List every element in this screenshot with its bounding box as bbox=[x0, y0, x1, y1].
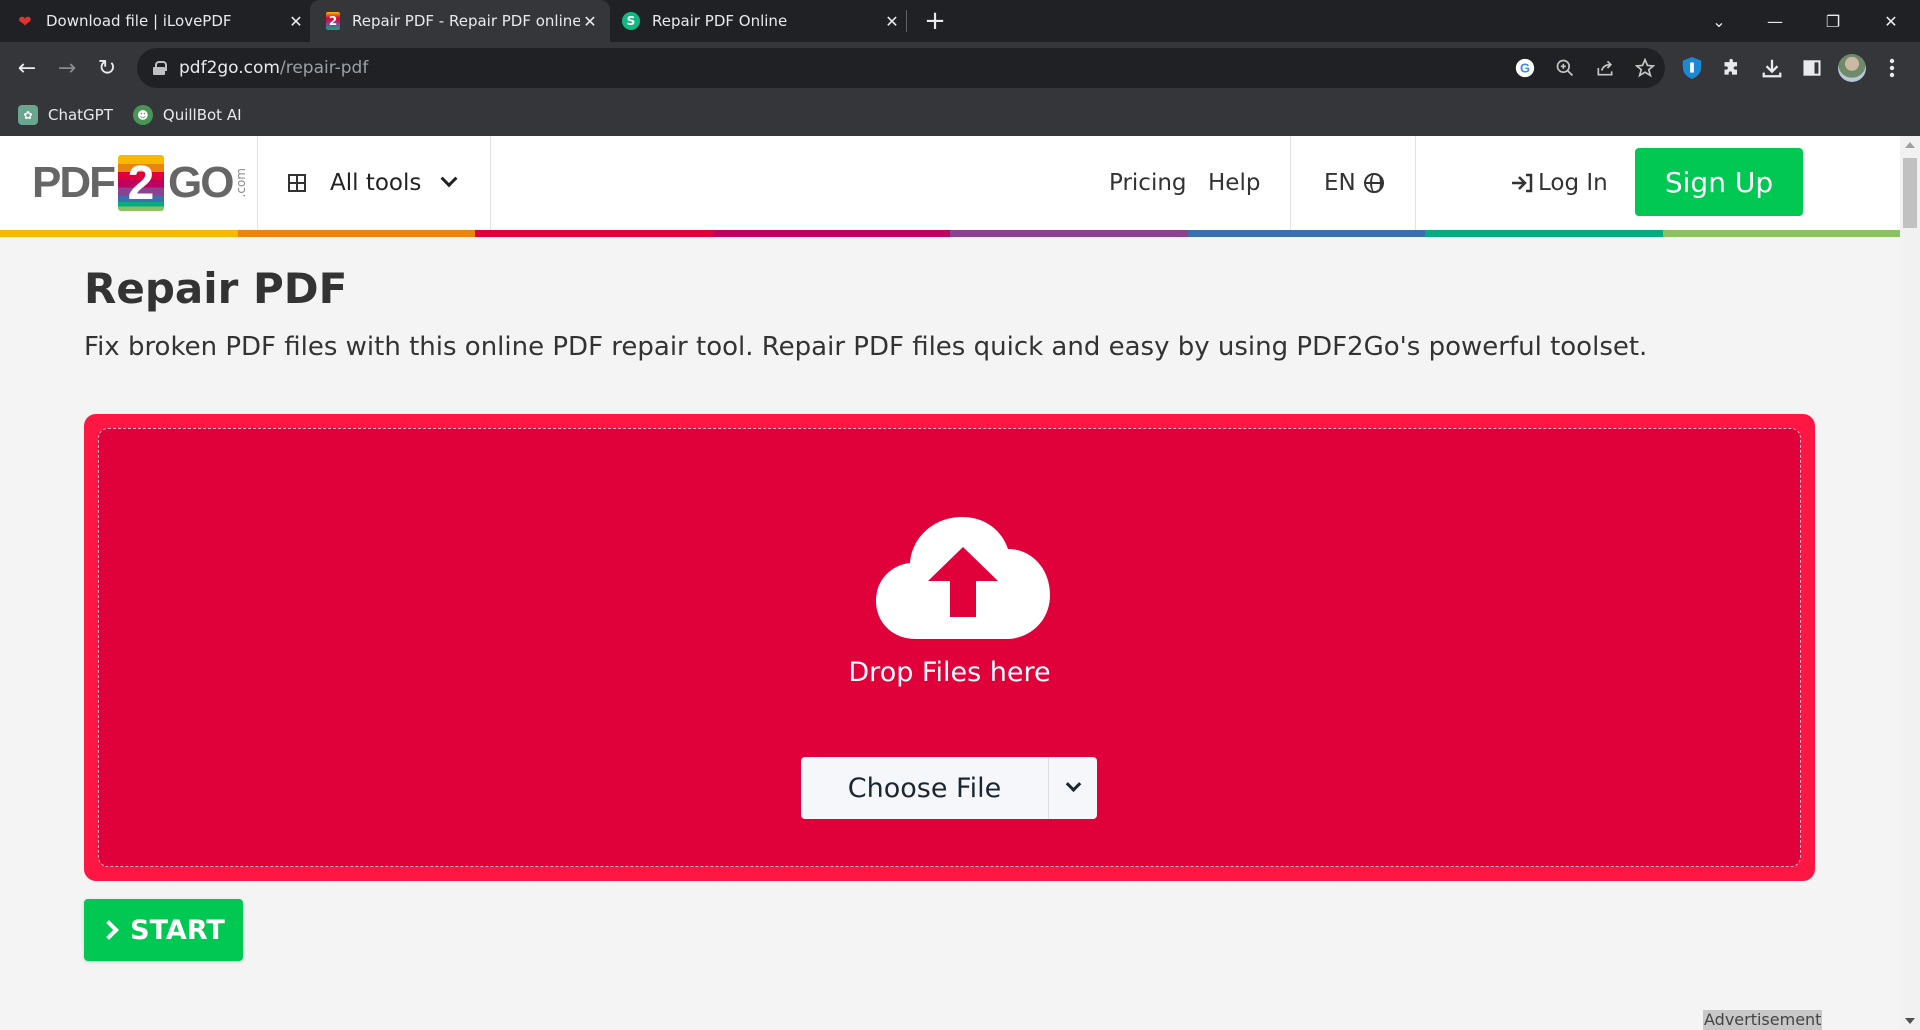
color-bar-segment bbox=[1425, 230, 1663, 237]
globe-icon bbox=[1363, 173, 1384, 193]
downloads-icon[interactable] bbox=[1752, 48, 1792, 88]
profile-avatar[interactable] bbox=[1832, 48, 1872, 88]
menu-kebab-icon[interactable] bbox=[1872, 48, 1912, 88]
color-bar-segment bbox=[1187, 230, 1425, 237]
tab-repair-pdf-online[interactable]: S Repair PDF Online ✕ bbox=[622, 0, 902, 42]
scroll-thumb[interactable] bbox=[1903, 158, 1917, 228]
chatgpt-icon: ✿ bbox=[18, 105, 38, 125]
color-bar-segment bbox=[1662, 230, 1900, 237]
tab-pdf2go[interactable]: 2 Repair PDF - Repair PDF online & free … bbox=[310, 0, 610, 42]
header-divider bbox=[257, 136, 258, 230]
close-tab-icon[interactable]: ✕ bbox=[286, 12, 306, 31]
chevron-down-icon bbox=[440, 170, 458, 188]
cloud-upload-icon bbox=[876, 517, 1050, 639]
advertisement-label: Advertisement bbox=[1703, 1010, 1823, 1030]
share-icon[interactable] bbox=[1585, 48, 1625, 88]
browser-toolbar: ← → ↻ pdf2go.com/repair-pdf G bbox=[0, 42, 1920, 94]
color-bar-segment bbox=[475, 230, 713, 237]
color-bar-segment bbox=[237, 230, 475, 237]
close-tab-icon[interactable]: ✕ bbox=[882, 12, 902, 31]
lock-icon[interactable] bbox=[153, 61, 167, 75]
page-subtitle: Fix broken PDF files with this online PD… bbox=[84, 332, 1648, 362]
all-tools-dropdown[interactable]: All tools bbox=[288, 136, 458, 230]
extensions-puzzle-icon[interactable] bbox=[1712, 48, 1752, 88]
file-drop-zone[interactable]: Drop Files here Choose File bbox=[84, 414, 1815, 881]
new-tab-button[interactable]: + bbox=[920, 5, 950, 37]
bookmark-chatgpt[interactable]: ✿ ChatGPT bbox=[18, 105, 113, 125]
color-bar-segment bbox=[0, 230, 238, 237]
choose-file-button[interactable]: Choose File bbox=[801, 757, 1049, 819]
bookmark-quillbot[interactable]: ☻ QuillBot AI bbox=[132, 105, 242, 125]
language-selector[interactable]: EN bbox=[1324, 136, 1384, 230]
side-panel-icon[interactable] bbox=[1792, 48, 1832, 88]
s-icon: S bbox=[622, 12, 640, 30]
signup-button[interactable]: Sign Up bbox=[1635, 148, 1803, 216]
pricing-link[interactable]: Pricing bbox=[1109, 136, 1187, 230]
login-icon bbox=[1512, 173, 1533, 193]
page-content: PDF 2 GO .com All tools Pricing Help EN … bbox=[0, 136, 1900, 1030]
header-divider bbox=[1415, 136, 1416, 230]
pdf2go-icon: 2 bbox=[326, 12, 340, 30]
tab-search-button[interactable]: ⌄ bbox=[1696, 0, 1742, 42]
drop-zone-area[interactable]: Drop Files here Choose File bbox=[98, 428, 1801, 867]
svg-text:G: G bbox=[1520, 61, 1530, 76]
page-title: Repair PDF bbox=[84, 264, 348, 313]
page-scrollbar[interactable] bbox=[1900, 136, 1920, 1030]
heart-icon: ❤ bbox=[18, 11, 32, 31]
tab-title: Repair PDF Online bbox=[652, 12, 788, 30]
chevron-right-icon bbox=[99, 920, 120, 940]
pdf2go-logo[interactable]: PDF 2 GO .com bbox=[32, 154, 248, 212]
help-link[interactable]: Help bbox=[1208, 136, 1260, 230]
drop-files-text: Drop Files here bbox=[848, 657, 1051, 688]
zoom-icon[interactable] bbox=[1545, 48, 1585, 88]
chevron-down-icon bbox=[1065, 775, 1081, 792]
close-tab-icon[interactable]: ✕ bbox=[580, 12, 600, 31]
color-bar-segment bbox=[950, 230, 1188, 237]
quillbot-icon: ☻ bbox=[132, 105, 153, 125]
tab-ilovepdf[interactable]: ❤ Download file | iLovePDF ✕ bbox=[16, 0, 306, 42]
zenmate-shield-icon[interactable] bbox=[1672, 48, 1712, 88]
bookmarks-bar: ✿ ChatGPT ☻ QuillBot AI bbox=[0, 94, 1920, 136]
minimize-button[interactable]: — bbox=[1752, 0, 1798, 42]
reload-button[interactable]: ↻ bbox=[91, 52, 123, 84]
color-bar-segment bbox=[712, 230, 950, 237]
choose-file-button-group: Choose File bbox=[801, 757, 1097, 819]
google-lens-icon[interactable]: G bbox=[1505, 48, 1545, 88]
choose-file-source-dropdown[interactable] bbox=[1049, 757, 1097, 819]
start-button[interactable]: START bbox=[84, 899, 243, 961]
forward-button[interactable]: → bbox=[51, 52, 83, 84]
bookmark-star-icon[interactable] bbox=[1625, 48, 1665, 88]
grid-icon bbox=[288, 174, 306, 192]
header-divider bbox=[1290, 136, 1291, 230]
brand-color-bar bbox=[0, 230, 1900, 237]
login-link[interactable]: Log In bbox=[1510, 136, 1608, 230]
tab-strip: ❤ Download file | iLovePDF ✕ 2 Repair PD… bbox=[0, 0, 1920, 42]
site-header: PDF 2 GO .com All tools Pricing Help EN … bbox=[0, 136, 1900, 237]
address-bar[interactable]: pdf2go.com/repair-pdf G bbox=[137, 48, 1665, 88]
tab-title: Download file | iLovePDF bbox=[46, 12, 232, 30]
scroll-up-arrow[interactable] bbox=[1905, 142, 1915, 148]
logo-badge: 2 bbox=[118, 155, 164, 211]
header-divider bbox=[490, 136, 491, 230]
tab-separator bbox=[906, 10, 907, 32]
tab-title: Repair PDF - Repair PDF online & free bbox=[352, 12, 580, 30]
back-button[interactable]: ← bbox=[11, 52, 43, 84]
restore-button[interactable]: ❐ bbox=[1810, 0, 1856, 42]
url-text[interactable]: pdf2go.com/repair-pdf bbox=[179, 58, 368, 78]
scroll-down-arrow[interactable] bbox=[1905, 1018, 1915, 1024]
close-window-button[interactable]: ✕ bbox=[1868, 0, 1914, 42]
